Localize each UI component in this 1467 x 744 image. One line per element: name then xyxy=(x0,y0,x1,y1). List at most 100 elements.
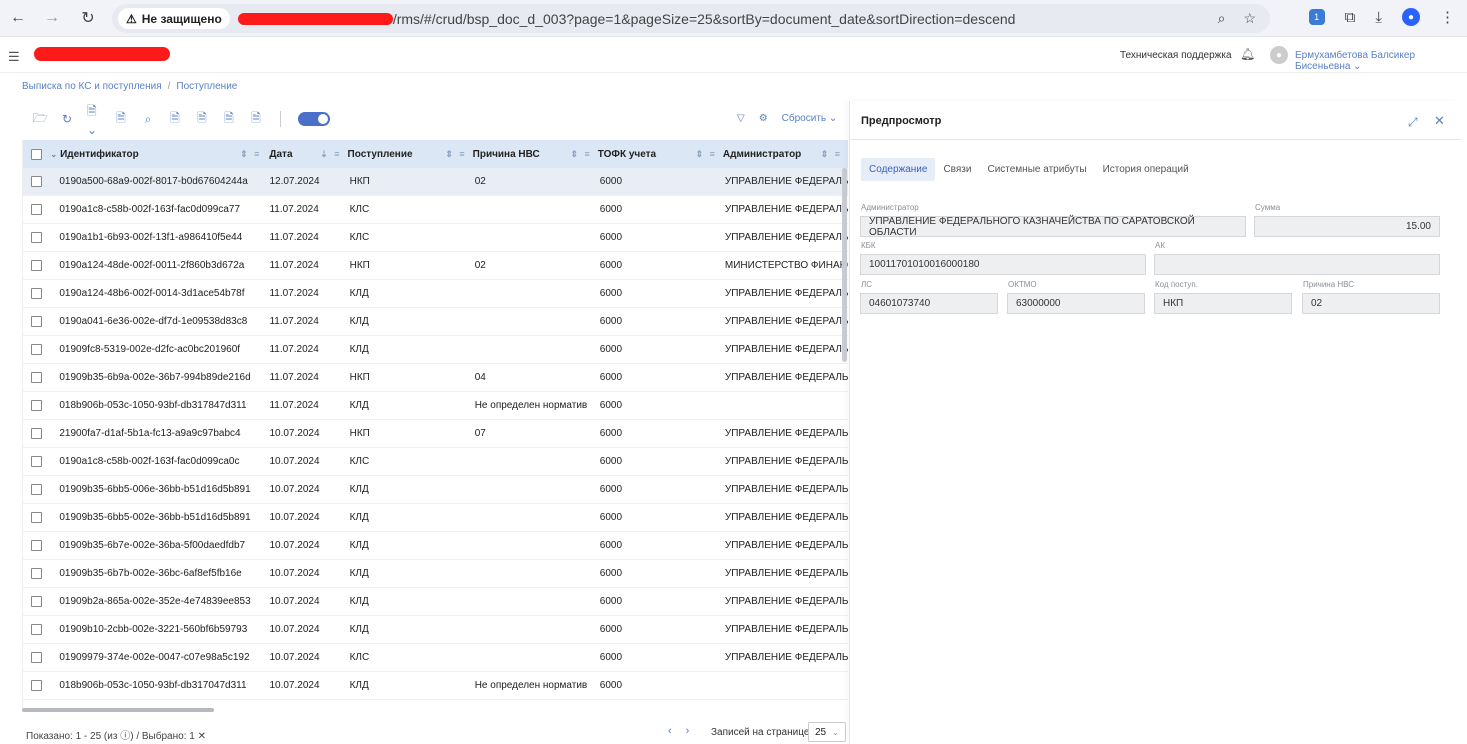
row-checkbox[interactable] xyxy=(31,204,43,215)
horizontal-scrollbar[interactable] xyxy=(22,708,214,712)
download-icon[interactable]: ⤓ xyxy=(1375,9,1382,26)
sort-menu-icons[interactable]: ⇕ ≡ xyxy=(445,149,466,160)
table-row[interactable]: 0190a1c8-c58b-002f-163f-fac0d099ca0c 10.0… xyxy=(23,448,848,476)
forward-arrow-icon[interactable]: → xyxy=(40,6,64,30)
document-copy-icon[interactable]: 🗎 xyxy=(222,111,236,127)
document-print-icon[interactable]: 🗎 xyxy=(249,111,263,127)
user-avatar[interactable]: ● xyxy=(1270,46,1288,64)
ak-field[interactable] xyxy=(1154,254,1440,275)
sort-menu-icons[interactable]: ⇕ ≡ xyxy=(570,149,591,160)
table-row[interactable]: 018b906b-053c-1050-93bf-db317847d311 11.0… xyxy=(23,392,848,420)
row-checkbox[interactable] xyxy=(31,372,43,383)
open-folder-icon[interactable]: 🗁 xyxy=(33,111,48,127)
sort-menu-icons[interactable]: ⇕ ≡ xyxy=(240,149,261,160)
reset-button[interactable]: Сбросить ⌄ xyxy=(782,113,838,124)
column-header-receipt[interactable]: Поступление ⇕ ≡ xyxy=(348,140,473,168)
row-checkbox[interactable] xyxy=(31,344,43,355)
column-header-tofk[interactable]: ТОФК учета ⇕ ≡ xyxy=(598,140,723,168)
row-checkbox[interactable] xyxy=(31,568,43,579)
tab-links[interactable]: Связи xyxy=(935,158,979,181)
breadcrumb-parent[interactable]: Выписка по КС и поступления xyxy=(22,81,162,92)
extensions-puzzle-icon[interactable]: ⧉ xyxy=(1345,9,1356,26)
extension-translate-icon[interactable]: 1 xyxy=(1308,9,1325,25)
row-checkbox[interactable] xyxy=(31,512,43,523)
chevron-down-icon[interactable]: ⌄ xyxy=(50,150,57,159)
admin-field[interactable]: УПРАВЛЕНИЕ ФЕДЕРАЛЬНОГО КАЗНАЧЕЙСТВА ПО … xyxy=(860,216,1246,238)
document-dropdown-icon[interactable]: 🗎⌄ xyxy=(87,104,101,137)
close-icon[interactable]: ✕ xyxy=(1434,113,1445,129)
table-row[interactable]: 01909b35-6b9a-002e-36b7-994b89de216d 11.0… xyxy=(23,364,848,392)
table-row[interactable]: 01909b10-2cbb-002e-3221-560bf6b59793 10.0… xyxy=(23,616,848,644)
prev-page-icon[interactable]: ‹ xyxy=(668,725,672,737)
table-row[interactable]: 01909b35-6b7b-002e-36bc-6af8ef5fb16e 10.0… xyxy=(23,560,848,588)
filter-icon[interactable]: ▽ xyxy=(737,113,745,124)
row-checkbox[interactable] xyxy=(31,232,43,243)
notification-bell-icon[interactable]: 🔔︎ xyxy=(1240,47,1255,61)
table-row[interactable]: 01909b2a-865a-002e-352e-4e74839ee853 10.0… xyxy=(23,588,848,616)
sum-field[interactable]: 15.00 xyxy=(1254,216,1440,237)
row-checkbox[interactable] xyxy=(31,260,43,271)
row-checkbox[interactable] xyxy=(31,316,43,327)
sort-desc-icons[interactable]: ⇣ ≡ xyxy=(320,149,341,160)
column-header-id[interactable]: ⌄ Идентификатор ⇕ ≡ xyxy=(50,140,267,168)
row-checkbox[interactable] xyxy=(31,400,43,411)
document-report-icon[interactable]: 🗎 xyxy=(195,111,209,127)
row-checkbox[interactable] xyxy=(31,484,43,495)
profile-icon[interactable]: ● xyxy=(1402,8,1420,26)
table-row[interactable]: 21900fa7-d1af-5b1a-fc13-a9a9c97babc4 10.0… xyxy=(23,420,848,448)
row-checkbox[interactable] xyxy=(31,428,43,439)
tab-system-attributes[interactable]: Системные атрибуты xyxy=(979,158,1094,181)
column-header-date[interactable]: Дата ⇣ ≡ xyxy=(267,140,347,168)
row-checkbox[interactable] xyxy=(31,540,43,551)
breadcrumb-current[interactable]: Поступление xyxy=(176,81,237,92)
sort-menu-icons[interactable]: ⇕ ≡ xyxy=(696,149,717,160)
nvs-reason-field[interactable]: 02 xyxy=(1302,293,1440,314)
table-row[interactable]: 01909b35-6bb5-006e-36bb-b51d16d5b891 10.0… xyxy=(23,476,848,504)
back-arrow-icon[interactable]: ← xyxy=(6,6,30,30)
table-row[interactable]: 0190a500-68a9-002f-8017-b0d67604244a 12.0… xyxy=(23,168,848,196)
document-export-icon[interactable]: 🗎 xyxy=(168,111,182,127)
next-page-icon[interactable]: › xyxy=(686,725,690,737)
browser-menu-icon[interactable]: ⋮ xyxy=(1440,8,1455,26)
security-chip[interactable]: ⚠ Не защищено xyxy=(118,8,230,29)
column-header-admin[interactable]: Администратор ⇕ ≡ xyxy=(723,140,848,168)
row-checkbox[interactable] xyxy=(31,176,43,187)
ls-field[interactable]: 04601073740 xyxy=(860,293,998,314)
per-page-select[interactable]: 25 ⌄ xyxy=(808,722,846,742)
table-row[interactable]: 01909fc8-5319-002e-d2fc-ac0bc201960f 11.0… xyxy=(23,336,848,364)
table-row[interactable]: 01909b35-6bb5-002e-36bb-b51d16d5b891 10.0… xyxy=(23,504,848,532)
bookmark-star-icon[interactable]: ☆ xyxy=(1243,10,1256,27)
reload-icon[interactable]: ↻ xyxy=(76,6,100,30)
row-checkbox[interactable] xyxy=(31,288,43,299)
table-row[interactable]: 0190a041-6e36-002e-df7d-1e09538d83c8 11.0… xyxy=(23,308,848,336)
hamburger-menu-icon[interactable]: ☰ xyxy=(8,49,20,65)
document-icon[interactable]: 🗎 xyxy=(114,111,128,127)
column-header-nvs-reason[interactable]: Причина НВС ⇕ ≡ xyxy=(473,140,598,168)
preview-toggle[interactable] xyxy=(298,112,330,126)
address-bar[interactable]: ⚠ Не защищено /rms/#/crud/bsp_doc_d_003?… xyxy=(112,4,1270,33)
refresh-icon[interactable]: ↻ xyxy=(60,111,74,127)
tab-history[interactable]: История операций xyxy=(1095,158,1197,181)
table-row[interactable]: 0190a1b1-6b93-002f-13f1-a986410f5e44 11.0… xyxy=(23,224,848,252)
table-row[interactable]: 0190a124-48b6-002f-0014-3d1ace54b78f 11.0… xyxy=(23,280,848,308)
user-name[interactable]: Ермухамбетова Балсикер Бисеньевна ⌄ xyxy=(1295,50,1467,72)
row-checkbox[interactable] xyxy=(31,652,43,663)
row-checkbox[interactable] xyxy=(31,680,43,691)
settings-gear-icon[interactable]: ⚙ xyxy=(759,113,768,124)
table-row[interactable]: 018b906b-053c-1050-93bf-db317047d311 10.0… xyxy=(23,672,848,700)
kbk-field[interactable]: 10011701010016000180 xyxy=(860,254,1146,275)
row-checkbox[interactable] xyxy=(31,596,43,607)
zoom-icon[interactable]: ⌕ xyxy=(1218,10,1226,27)
table-row[interactable]: 01909979-374e-002e-0047-c07e98a5c192 10.0… xyxy=(23,644,848,672)
sort-menu-icons[interactable]: ⇕ ≡ xyxy=(821,149,842,160)
tab-content[interactable]: Содержание xyxy=(861,158,936,181)
receipt-code-field[interactable]: НКП xyxy=(1154,293,1292,314)
select-all-checkbox[interactable] xyxy=(31,148,43,160)
oktmo-field[interactable]: 63000000 xyxy=(1007,293,1145,314)
expand-icon[interactable]: ⤢ xyxy=(1408,115,1418,130)
table-row[interactable]: 0190a1c8-c58b-002f-163f-fac0d099ca77 11.0… xyxy=(23,196,848,224)
document-search-icon[interactable]: ⌕ xyxy=(141,111,155,127)
vertical-scrollbar[interactable] xyxy=(842,168,847,362)
row-checkbox[interactable] xyxy=(31,624,43,635)
table-row[interactable]: 01909b35-6b7e-002e-36ba-5f00daedfdb7 10.0… xyxy=(23,532,848,560)
